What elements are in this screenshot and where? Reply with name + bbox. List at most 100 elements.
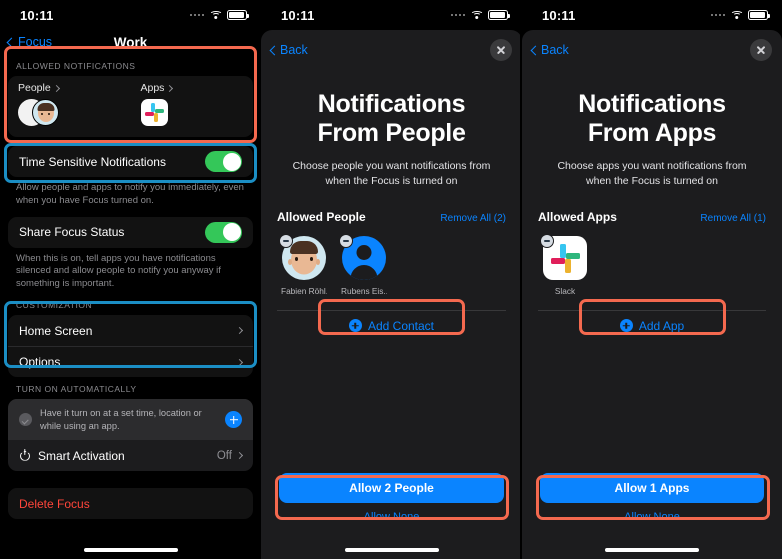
- remove-icon[interactable]: [339, 233, 353, 248]
- back-button[interactable]: Back: [269, 43, 308, 57]
- panel-divider: [520, 0, 522, 559]
- delete-focus-card: Delete Focus: [8, 488, 253, 520]
- navigation-bar: Focus Work: [0, 30, 261, 54]
- allowed-people-cell[interactable]: People: [8, 80, 131, 129]
- allowed-apps-cell[interactable]: Apps: [131, 80, 254, 129]
- share-focus-status-card: Share Focus Status: [8, 216, 253, 248]
- battery-icon: [488, 10, 510, 20]
- apps-sheet: Back Notifications From Apps Choose apps…: [522, 30, 782, 559]
- status-bar-time: 10:11: [20, 7, 54, 23]
- add-contact-button[interactable]: Add Contact: [261, 311, 522, 341]
- sidebar-item-options[interactable]: Options: [8, 346, 253, 377]
- status-bar: 10:11: [522, 0, 782, 30]
- close-icon[interactable]: [750, 39, 772, 61]
- automation-hint-row[interactable]: Have it turn on at a set time, location …: [8, 399, 253, 441]
- remove-icon[interactable]: [279, 233, 293, 248]
- allowed-apps-grid: Slack: [522, 224, 782, 296]
- automation-hint-text: Have it turn on at a set time, location …: [40, 408, 202, 431]
- status-bar-time: 10:11: [281, 7, 315, 23]
- delete-focus-label: Delete Focus: [19, 496, 90, 511]
- smart-activation-label: Smart Activation: [38, 448, 125, 463]
- list-item[interactable]: Slack: [540, 233, 588, 296]
- cellular-signal-icon: [189, 13, 204, 17]
- remove-all-apps-button[interactable]: Remove All (1): [700, 213, 766, 224]
- sheet-title-line-1: Notifications: [317, 90, 466, 118]
- allowed-people-avatars: [18, 99, 121, 127]
- allowed-people-label: People: [18, 82, 51, 94]
- chevron-right-icon: [235, 358, 244, 366]
- allowed-people-header: Allowed People Remove All (2): [261, 210, 522, 224]
- sheet-title: Notifications From Apps: [522, 90, 782, 147]
- status-bar: 10:11: [261, 0, 522, 30]
- status-bar-indicators: [710, 10, 770, 20]
- allow-none-apps-button[interactable]: Allow None: [540, 511, 764, 523]
- sheet-navigation-bar: Back: [522, 30, 782, 70]
- status-bar-indicators: [189, 10, 249, 20]
- sheet-title: Notifications From People: [261, 90, 522, 147]
- battery-icon: [227, 10, 249, 20]
- sheet-title-line-1: Notifications: [578, 90, 726, 118]
- status-bar: 10:11: [0, 0, 261, 30]
- sheet-title-line-2: From People: [317, 118, 466, 147]
- people-cta-area: Allow 2 People Allow None: [261, 473, 522, 523]
- screenshot-root: 10:11 Focus Work ALLOWED NOTIFICATIONS P…: [0, 0, 782, 559]
- avatar: [32, 99, 59, 126]
- remove-icon[interactable]: [540, 233, 554, 248]
- sheet-subtitle: Choose apps you want notifications from …: [557, 160, 747, 187]
- list-item[interactable]: Fabien Röhl...: [279, 233, 327, 296]
- add-automation-button[interactable]: [225, 411, 242, 429]
- list-item-label: Rubens Eis...: [341, 285, 387, 296]
- time-sensitive-row[interactable]: Time Sensitive Notifications: [8, 146, 253, 177]
- time-sensitive-footnote: Allow people and apps to notify you imme…: [16, 182, 244, 206]
- smart-activation-row[interactable]: Smart Activation Off: [8, 440, 253, 471]
- back-button-label: Back: [280, 43, 308, 57]
- chevron-left-icon: [530, 45, 541, 55]
- allowed-notifications-card: People Apps: [8, 76, 253, 137]
- wifi-icon: [209, 10, 222, 20]
- home-indicator: [344, 548, 439, 552]
- phone-screen-focus-settings: 10:11 Focus Work ALLOWED NOTIFICATIONS P…: [0, 0, 261, 559]
- people-sheet: Back Notifications From People Choose pe…: [261, 30, 522, 559]
- back-button-focus[interactable]: Focus: [6, 35, 53, 49]
- cellular-signal-icon: [710, 13, 725, 17]
- share-focus-status-row[interactable]: Share Focus Status: [8, 217, 253, 248]
- options-label: Options: [19, 355, 61, 370]
- time-sensitive-toggle[interactable]: [205, 151, 242, 172]
- allow-people-button[interactable]: Allow 2 People: [279, 473, 504, 503]
- chevron-right-icon: [235, 452, 244, 460]
- turn-on-automatically-card: Have it turn on at a set time, location …: [8, 399, 253, 472]
- chevron-right-icon: [235, 327, 244, 335]
- turn-on-automatically-section-label: TURN ON AUTOMATICALLY: [16, 384, 137, 395]
- slack-icon: [140, 99, 168, 126]
- sheet-navigation-bar: Back: [261, 30, 522, 70]
- add-contact-label: Add Contact: [367, 318, 435, 333]
- wifi-icon: [470, 10, 483, 20]
- allowed-apps-title: Allowed Apps: [538, 209, 617, 224]
- cellular-signal-icon: [450, 13, 465, 17]
- time-sensitive-label: Time Sensitive Notifications: [19, 154, 166, 169]
- close-icon[interactable]: [490, 39, 512, 61]
- status-bar-indicators: [450, 10, 510, 20]
- allow-apps-button[interactable]: Allow 1 Apps: [540, 473, 764, 503]
- wifi-icon: [730, 10, 743, 20]
- chevron-right-icon: [52, 84, 60, 92]
- allowed-apps-header: Allowed Apps Remove All (1): [522, 210, 782, 224]
- sheet-title-line-2: From Apps: [587, 118, 717, 147]
- add-app-label: Add App: [638, 318, 685, 333]
- add-app-button[interactable]: Add App: [522, 311, 782, 341]
- smart-activation-value: Off: [216, 449, 232, 462]
- chevron-left-icon: [6, 37, 17, 47]
- allow-none-people-button[interactable]: Allow None: [279, 511, 504, 523]
- back-button-label: Focus: [18, 35, 53, 49]
- sidebar-item-home-screen[interactable]: Home Screen: [8, 315, 253, 346]
- delete-focus-button[interactable]: Delete Focus: [8, 488, 253, 519]
- list-item[interactable]: Rubens Eis...: [339, 233, 387, 296]
- customization-card: Home Screen Options: [8, 315, 253, 378]
- remove-all-people-button[interactable]: Remove All (2): [440, 213, 506, 224]
- share-focus-status-toggle[interactable]: [205, 221, 242, 243]
- status-bar-time: 10:11: [542, 7, 576, 23]
- back-button[interactable]: Back: [530, 43, 569, 57]
- plus-icon: [619, 319, 633, 332]
- customization-section-label: CUSTOMIZATION: [16, 300, 93, 311]
- home-indicator: [83, 548, 178, 552]
